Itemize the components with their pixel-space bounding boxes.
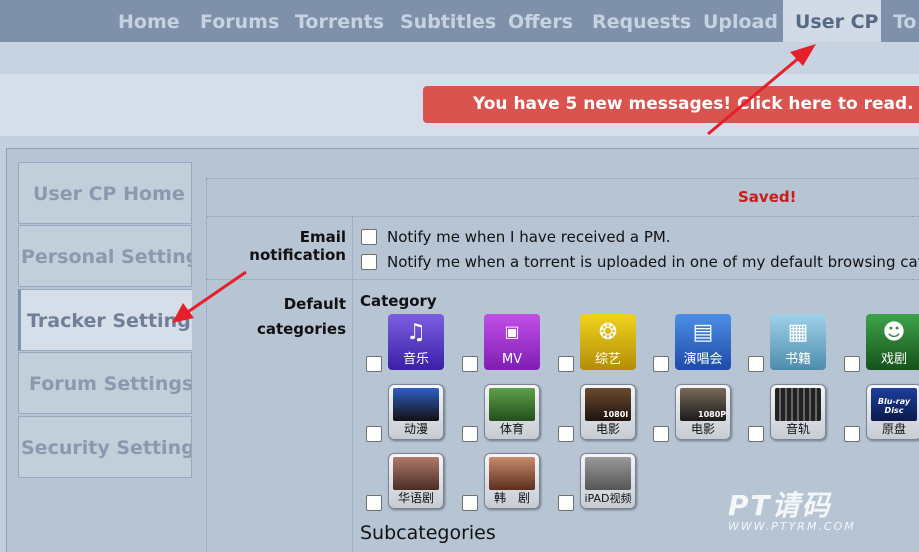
annotation-arrows xyxy=(172,44,816,323)
arrow-to-usercp-icon xyxy=(707,50,807,136)
arrow-to-tracker-icon xyxy=(181,270,247,318)
watermark-main: PT请码 xyxy=(728,489,832,522)
arrowhead-tracker-icon xyxy=(172,303,194,323)
watermark-url: WWW.PTYRM.COM xyxy=(728,520,856,533)
watermark: PT请码 WWW.PTYRM.COM xyxy=(728,484,856,533)
